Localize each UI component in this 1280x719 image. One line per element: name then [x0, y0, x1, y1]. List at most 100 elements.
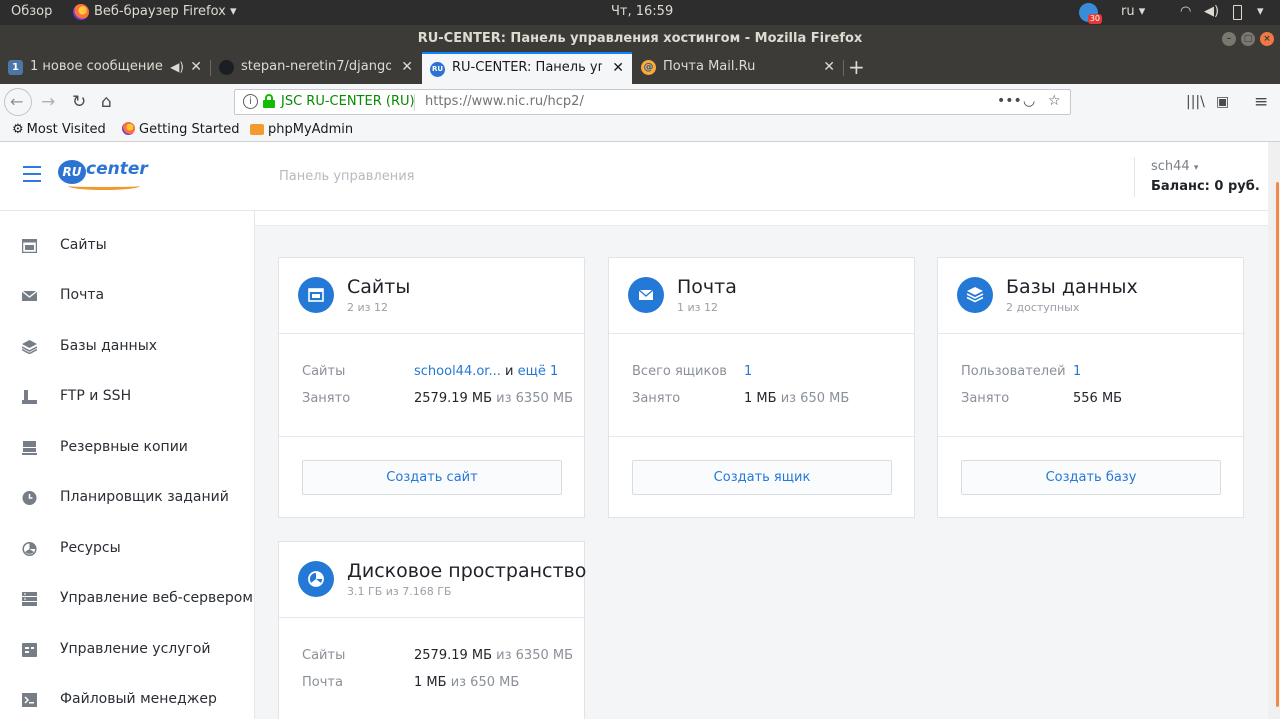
card-header: Сайты 2 из 12 — [279, 258, 584, 334]
card-sites: Сайты 2 из 12 Сайты school44.or... и ещё… — [278, 257, 585, 518]
minimize-window-button[interactable]: – — [1222, 32, 1236, 46]
page-actions-icon[interactable]: ••• — [997, 93, 1022, 109]
ru-center-logo[interactable]: RU center — [58, 158, 148, 192]
sidebar-item-scheduler[interactable]: Планировщик заданий — [0, 474, 254, 524]
chevron-down-icon: ▾ — [1138, 4, 1146, 19]
username-dropdown[interactable]: sch44 ▾ — [1151, 159, 1198, 174]
sidebar-item-label: Управление веб-сервером — [60, 590, 253, 606]
close-tab-icon[interactable]: ✕ — [612, 54, 624, 82]
page-header: RU center Панель управления sch44 ▾ Бала… — [0, 142, 1268, 211]
close-tab-icon[interactable]: ✕ — [823, 52, 835, 82]
bookmark-phpmyadmin[interactable]: phpMyAdmin — [250, 122, 353, 137]
card-subtitle: 2 из 12 — [347, 301, 388, 314]
clock[interactable]: Чт, 16:59 — [611, 4, 673, 19]
menu-toggle-icon[interactable] — [23, 166, 41, 182]
sidebar-toggle-icon[interactable]: ▣ — [1216, 92, 1229, 112]
tab-vk-messages[interactable]: 1 1 новое сообщение ◀) ✕ — [0, 52, 210, 84]
bookmark-most-visited[interactable]: ⚙ Most Visited — [12, 122, 106, 137]
sidebar-item-resources[interactable]: Ресурсы — [0, 525, 254, 575]
quota-value: из 6350 МБ — [496, 391, 574, 406]
create-database-button[interactable]: Создать базу — [961, 460, 1221, 495]
firefox-icon — [122, 122, 135, 135]
hamburger-menu-icon[interactable]: ≡ — [1254, 92, 1268, 112]
quota-value: из 650 МБ — [450, 675, 520, 690]
forward-button[interactable]: → — [41, 92, 55, 112]
app-menu[interactable]: Веб-браузер Firefox ▾ — [94, 4, 237, 19]
row-label: Всего ящиков — [632, 364, 727, 379]
scrollbar-thumb[interactable] — [1276, 182, 1279, 707]
mailboxes-count-link[interactable]: 1 — [744, 364, 752, 379]
volume-icon[interactable]: ◀) — [1204, 4, 1219, 19]
close-tab-icon[interactable]: ✕ — [401, 52, 413, 82]
activities-button[interactable]: Обзор — [11, 4, 52, 19]
bookmark-star-icon[interactable]: ☆ — [1048, 93, 1061, 109]
sidebar-item-service[interactable]: Управление услугой — [0, 626, 254, 676]
used-value: 2579.19 МБ — [414, 648, 493, 663]
library-icon[interactable]: |||\ — [1186, 92, 1205, 112]
site-link[interactable]: school44.or... — [414, 364, 501, 379]
row-value: school44.or... и ещё 1 — [414, 364, 558, 379]
battery-icon[interactable] — [1233, 5, 1242, 20]
card-footer: Создать ящик — [609, 436, 914, 495]
sidebar-item-web-server[interactable]: Управление веб-сервером — [0, 575, 254, 625]
sidebar-item-label: Планировщик заданий — [60, 489, 229, 505]
user-account[interactable]: sch44 ▾ Баланс: 0 руб. — [1134, 157, 1260, 197]
tab-audio-icon[interactable]: ◀) — [170, 52, 184, 82]
create-mailbox-button[interactable]: Создать ящик — [632, 460, 892, 495]
power-menu-icon[interactable]: ▾ — [1257, 4, 1264, 19]
tab-github[interactable]: stepan-neretin7/django- ✕ — [211, 52, 421, 84]
url-bar[interactable]: i JSC RU-CENTER (RU) https://www.nic.ru/… — [234, 89, 1071, 115]
tab-ru-center[interactable]: RU RU-CENTER: Панель упр ✕ — [422, 52, 632, 84]
sidebar-item-databases[interactable]: Базы данных — [0, 323, 254, 373]
service-icon — [22, 643, 37, 657]
maximize-window-button[interactable]: □ — [1241, 32, 1255, 46]
certificate-org[interactable]: JSC RU-CENTER (RU) — [281, 94, 415, 109]
keyboard-layout-indicator[interactable]: ru ▾ — [1121, 4, 1145, 19]
sites-icon — [298, 277, 334, 313]
new-tab-button[interactable]: + — [848, 52, 865, 82]
close-window-button[interactable]: × — [1260, 32, 1274, 46]
sidebar-item-backups[interactable]: Резервные копии — [0, 424, 254, 474]
url-text[interactable]: https://www.nic.ru/hcp2/ — [425, 94, 584, 109]
server-icon — [22, 592, 37, 606]
used-value: 1 МБ — [414, 675, 447, 690]
card-header: Базы данных 2 доступных — [938, 258, 1243, 334]
bookmark-label: phpMyAdmin — [268, 122, 354, 137]
used-value: 2579.19 МБ — [414, 391, 493, 406]
more-sites-link[interactable]: ещё 1 — [518, 364, 559, 379]
notification-icon[interactable]: 30 — [1079, 3, 1102, 24]
account-balance: Баланс: 0 руб. — [1151, 179, 1260, 194]
content-top-strip — [255, 211, 1268, 226]
backup-icon — [22, 441, 37, 455]
home-icon[interactable]: ⌂ — [101, 92, 112, 112]
create-site-button[interactable]: Создать сайт — [302, 460, 562, 495]
sidebar-item-sites[interactable]: Сайты — [0, 222, 254, 272]
firefox-icon — [73, 4, 89, 20]
row-label: Пользователей — [961, 364, 1066, 379]
sidebar-item-ftp-ssh[interactable]: FTP и SSH — [0, 373, 254, 423]
row-label: Занято — [302, 391, 351, 406]
page-scrollbar[interactable] — [1268, 142, 1280, 719]
card-title: Базы данных — [1006, 276, 1138, 298]
site-info-icon[interactable]: i — [243, 94, 258, 109]
sidebar-item-file-manager[interactable]: Файловый менеджер — [0, 676, 254, 719]
lock-icon[interactable] — [263, 94, 275, 108]
github-icon — [219, 60, 234, 75]
bookmark-label: Most Visited — [26, 122, 106, 137]
bookmark-getting-started[interactable]: Getting Started — [122, 122, 240, 137]
pocket-icon[interactable]: ◡ — [1023, 93, 1035, 109]
row-label: Занято — [632, 391, 681, 406]
tab-mailru[interactable]: @ Почта Mail.Ru ✕ — [633, 52, 843, 84]
sidebar-item-mail[interactable]: Почта — [0, 272, 254, 322]
db-users-count-link[interactable]: 1 — [1073, 364, 1081, 379]
card-header: Дисковое пространство 3.1 ГБ из 7.168 ГБ — [279, 542, 586, 618]
back-arrow-icon: ← — [10, 92, 24, 111]
wifi-icon[interactable]: ◠ — [1180, 4, 1191, 19]
back-button[interactable]: ← — [4, 88, 32, 116]
tab-title: stepan-neretin7/django- — [241, 59, 391, 74]
card-title: Почта — [677, 276, 737, 298]
used-value: 1 МБ — [744, 391, 777, 406]
database-icon — [957, 277, 993, 313]
reload-button[interactable]: ↻ — [72, 92, 86, 112]
close-tab-icon[interactable]: ✕ — [190, 52, 202, 82]
